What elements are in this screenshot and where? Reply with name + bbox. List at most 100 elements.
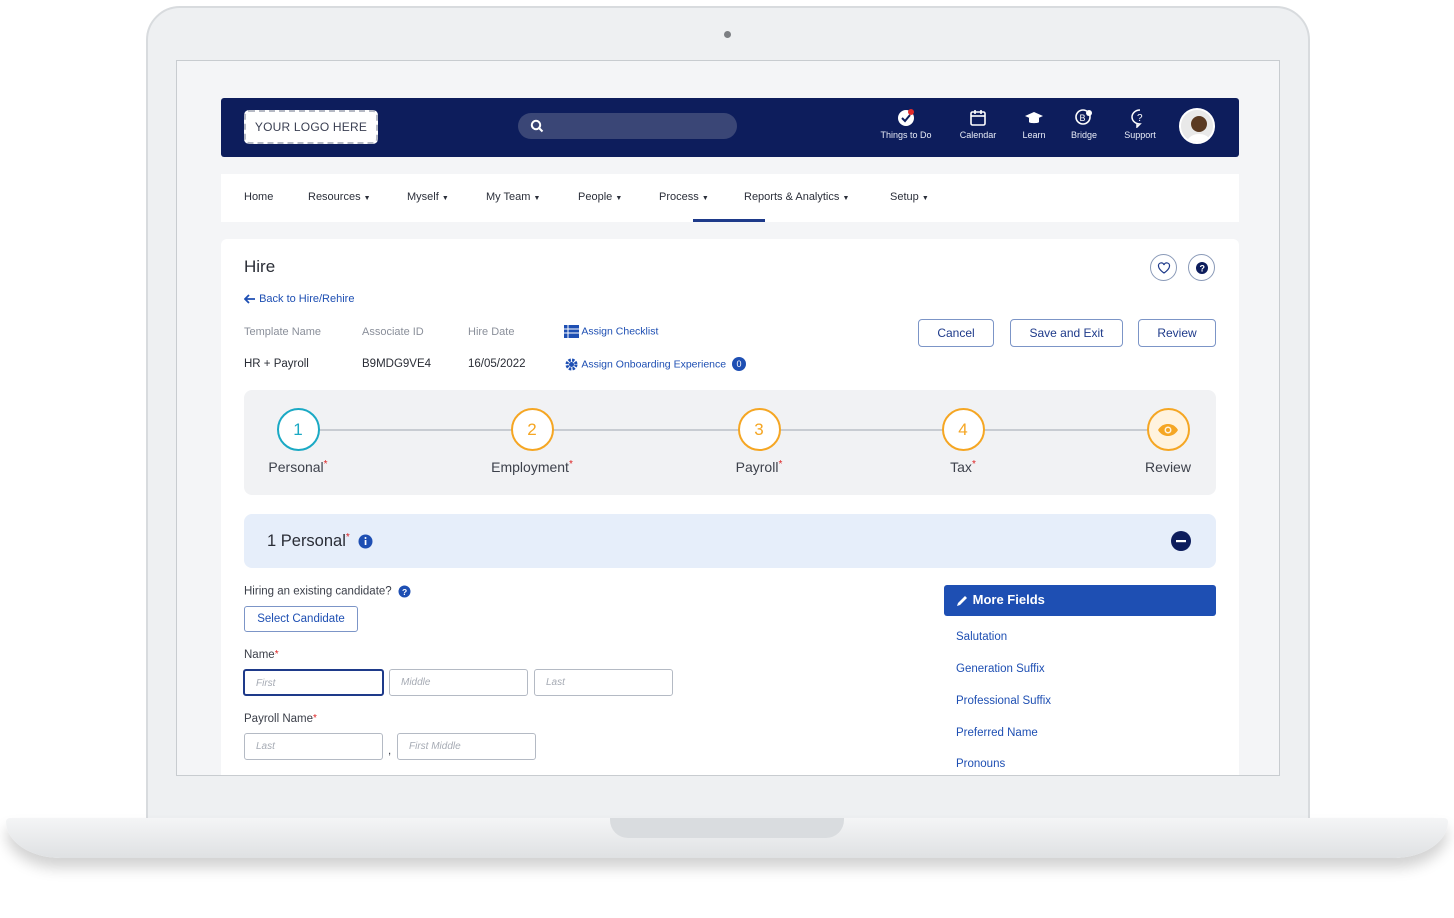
nav-active-indicator — [693, 219, 765, 222]
svg-text:?: ? — [1137, 113, 1143, 124]
back-link[interactable]: Back to Hire/Rehire — [244, 293, 354, 305]
user-photo-icon — [1181, 110, 1213, 142]
hire-date-label: Hire Date — [468, 326, 515, 338]
first-name-input[interactable]: First — [243, 669, 384, 696]
caret-down-icon: ▼ — [363, 195, 371, 202]
nav-reports-analytics[interactable]: Reports & Analytics ▼ — [744, 191, 849, 203]
template-name-value: HR + Payroll — [244, 358, 309, 370]
nav-process-label: Process — [659, 191, 699, 203]
more-field-preferred-name[interactable]: Preferred Name — [956, 727, 1038, 739]
nav-setup-label: Setup — [890, 191, 919, 203]
search-input[interactable] — [518, 113, 737, 139]
nav-process[interactable]: Process ▼ — [659, 191, 709, 203]
page-title: Hire — [244, 257, 276, 276]
logo-placeholder[interactable]: YOUR LOGO HERE — [244, 110, 378, 144]
checklist-icon — [564, 325, 579, 338]
step-label: Personal — [268, 459, 324, 475]
existing-candidate-question: Hiring an existing candidate? ? — [244, 585, 411, 598]
last-name-input[interactable]: Last — [534, 669, 673, 696]
avatar[interactable] — [1179, 108, 1215, 144]
heart-icon — [1157, 261, 1170, 274]
cancel-button[interactable]: Cancel — [918, 319, 994, 347]
progress-stepper: 1 Personal* 2 Employment* 3 Payroll* 4 T… — [244, 390, 1216, 495]
select-candidate-button[interactable]: Select Candidate — [244, 606, 358, 632]
template-name-label: Template Name — [244, 326, 322, 338]
nav-my-team[interactable]: My Team ▼ — [486, 191, 540, 203]
associate-id-value: B9MDG9VE4 — [362, 358, 432, 370]
step-employment[interactable]: 2 Employment* — [472, 408, 592, 475]
screen: YOUR LOGO HERE Things to Do Calendar Lea… — [176, 60, 1280, 776]
eye-icon — [1158, 423, 1178, 436]
more-field-generation-suffix[interactable]: Generation Suffix — [956, 663, 1045, 675]
payroll-separator: , — [388, 745, 392, 757]
nav-resources[interactable]: Resources ▼ — [308, 191, 371, 203]
required-mark: * — [274, 649, 279, 660]
nav-home[interactable]: Home — [244, 191, 273, 203]
assign-onboarding-link[interactable]: Assign Onboarding Experience 0 — [564, 357, 747, 372]
step-number: 2 — [510, 408, 554, 451]
more-field-salutation[interactable]: Salutation — [956, 631, 1007, 643]
review-button[interactable]: Review — [1138, 319, 1216, 347]
svg-text:?: ? — [402, 587, 407, 597]
required-mark: * — [313, 713, 317, 724]
nav-myself-label: Myself — [407, 191, 439, 203]
calendar-icon — [970, 110, 986, 126]
calendar-button[interactable]: Calendar — [946, 108, 1010, 140]
payroll-first-middle-input[interactable]: First Middle — [397, 733, 536, 760]
name-label: Name — [244, 649, 275, 661]
nav-reports-label: Reports & Analytics — [744, 191, 840, 203]
nav-setup[interactable]: Setup ▼ — [890, 191, 929, 203]
things-to-do-button[interactable]: Things to Do — [874, 108, 938, 140]
more-field-pronouns[interactable]: Pronouns — [956, 758, 1005, 770]
step-label: Payroll — [735, 459, 779, 475]
support-button[interactable]: ? Support — [1108, 108, 1172, 140]
caret-down-icon: ▼ — [921, 195, 929, 202]
more-fields-title: More Fields — [972, 592, 1045, 607]
question-circle-icon[interactable]: ? — [398, 585, 411, 598]
name-label-row: Name* — [244, 649, 279, 661]
caret-down-icon: ▼ — [441, 195, 449, 202]
assign-checklist-link[interactable]: Assign Checklist — [564, 325, 658, 338]
middle-name-input[interactable]: Middle — [389, 669, 528, 696]
payroll-last-input[interactable]: Last — [244, 733, 383, 760]
step-tax[interactable]: 4 Tax* — [903, 408, 1023, 475]
hire-card: Hire ? Back to Hire/Rehire Template Name… — [221, 239, 1239, 775]
graduation-cap-icon — [1025, 112, 1043, 124]
caret-down-icon: ▼ — [842, 195, 850, 202]
nav-resources-label: Resources — [308, 191, 361, 203]
nav-people[interactable]: People ▼ — [578, 191, 622, 203]
save-and-exit-button[interactable]: Save and Exit — [1010, 319, 1123, 347]
step-personal[interactable]: 1 Personal* — [238, 408, 358, 475]
step-review[interactable]: Review — [1108, 408, 1228, 475]
collapse-icon[interactable] — [1171, 531, 1191, 551]
required-mark: * — [323, 459, 328, 470]
search-icon — [530, 119, 544, 133]
favorite-button[interactable] — [1150, 254, 1177, 281]
check-badge-icon — [898, 109, 914, 126]
nav-people-label: People — [578, 191, 613, 203]
step-label: Employment — [491, 459, 569, 475]
step-payroll[interactable]: 3 Payroll* — [699, 408, 819, 475]
nav-my-team-label: My Team — [486, 191, 531, 203]
hire-date-value: 16/05/2022 — [468, 358, 526, 370]
nav-myself[interactable]: Myself ▼ — [407, 191, 449, 203]
help-button[interactable]: ? — [1188, 254, 1215, 281]
more-field-professional-suffix[interactable]: Professional Suffix — [956, 695, 1051, 707]
more-fields-header[interactable]: More Fields — [944, 585, 1216, 616]
required-mark: * — [778, 459, 783, 470]
bridge-chat-icon: B — [1075, 109, 1092, 125]
main-nav: Home Resources ▼ Myself ▼ My Team ▼ Peop… — [221, 174, 1239, 222]
bridge-button[interactable]: B Bridge — [1052, 108, 1116, 140]
assign-checklist-label: Assign Checklist — [581, 325, 659, 338]
required-mark: * — [971, 459, 976, 470]
svg-text:?: ? — [1199, 263, 1205, 273]
learn-label: Learn — [1022, 130, 1046, 140]
info-icon[interactable] — [358, 534, 373, 549]
step-number: 4 — [941, 408, 985, 451]
step-number: 3 — [737, 408, 781, 451]
things-to-do-label: Things to Do — [880, 130, 932, 140]
payroll-name-label: Payroll Name — [244, 713, 314, 725]
top-bar: YOUR LOGO HERE Things to Do Calendar Lea… — [221, 98, 1239, 157]
associate-id-label: Associate ID — [362, 326, 424, 338]
section-personal-header[interactable]: 1 Personal* — [244, 514, 1216, 568]
